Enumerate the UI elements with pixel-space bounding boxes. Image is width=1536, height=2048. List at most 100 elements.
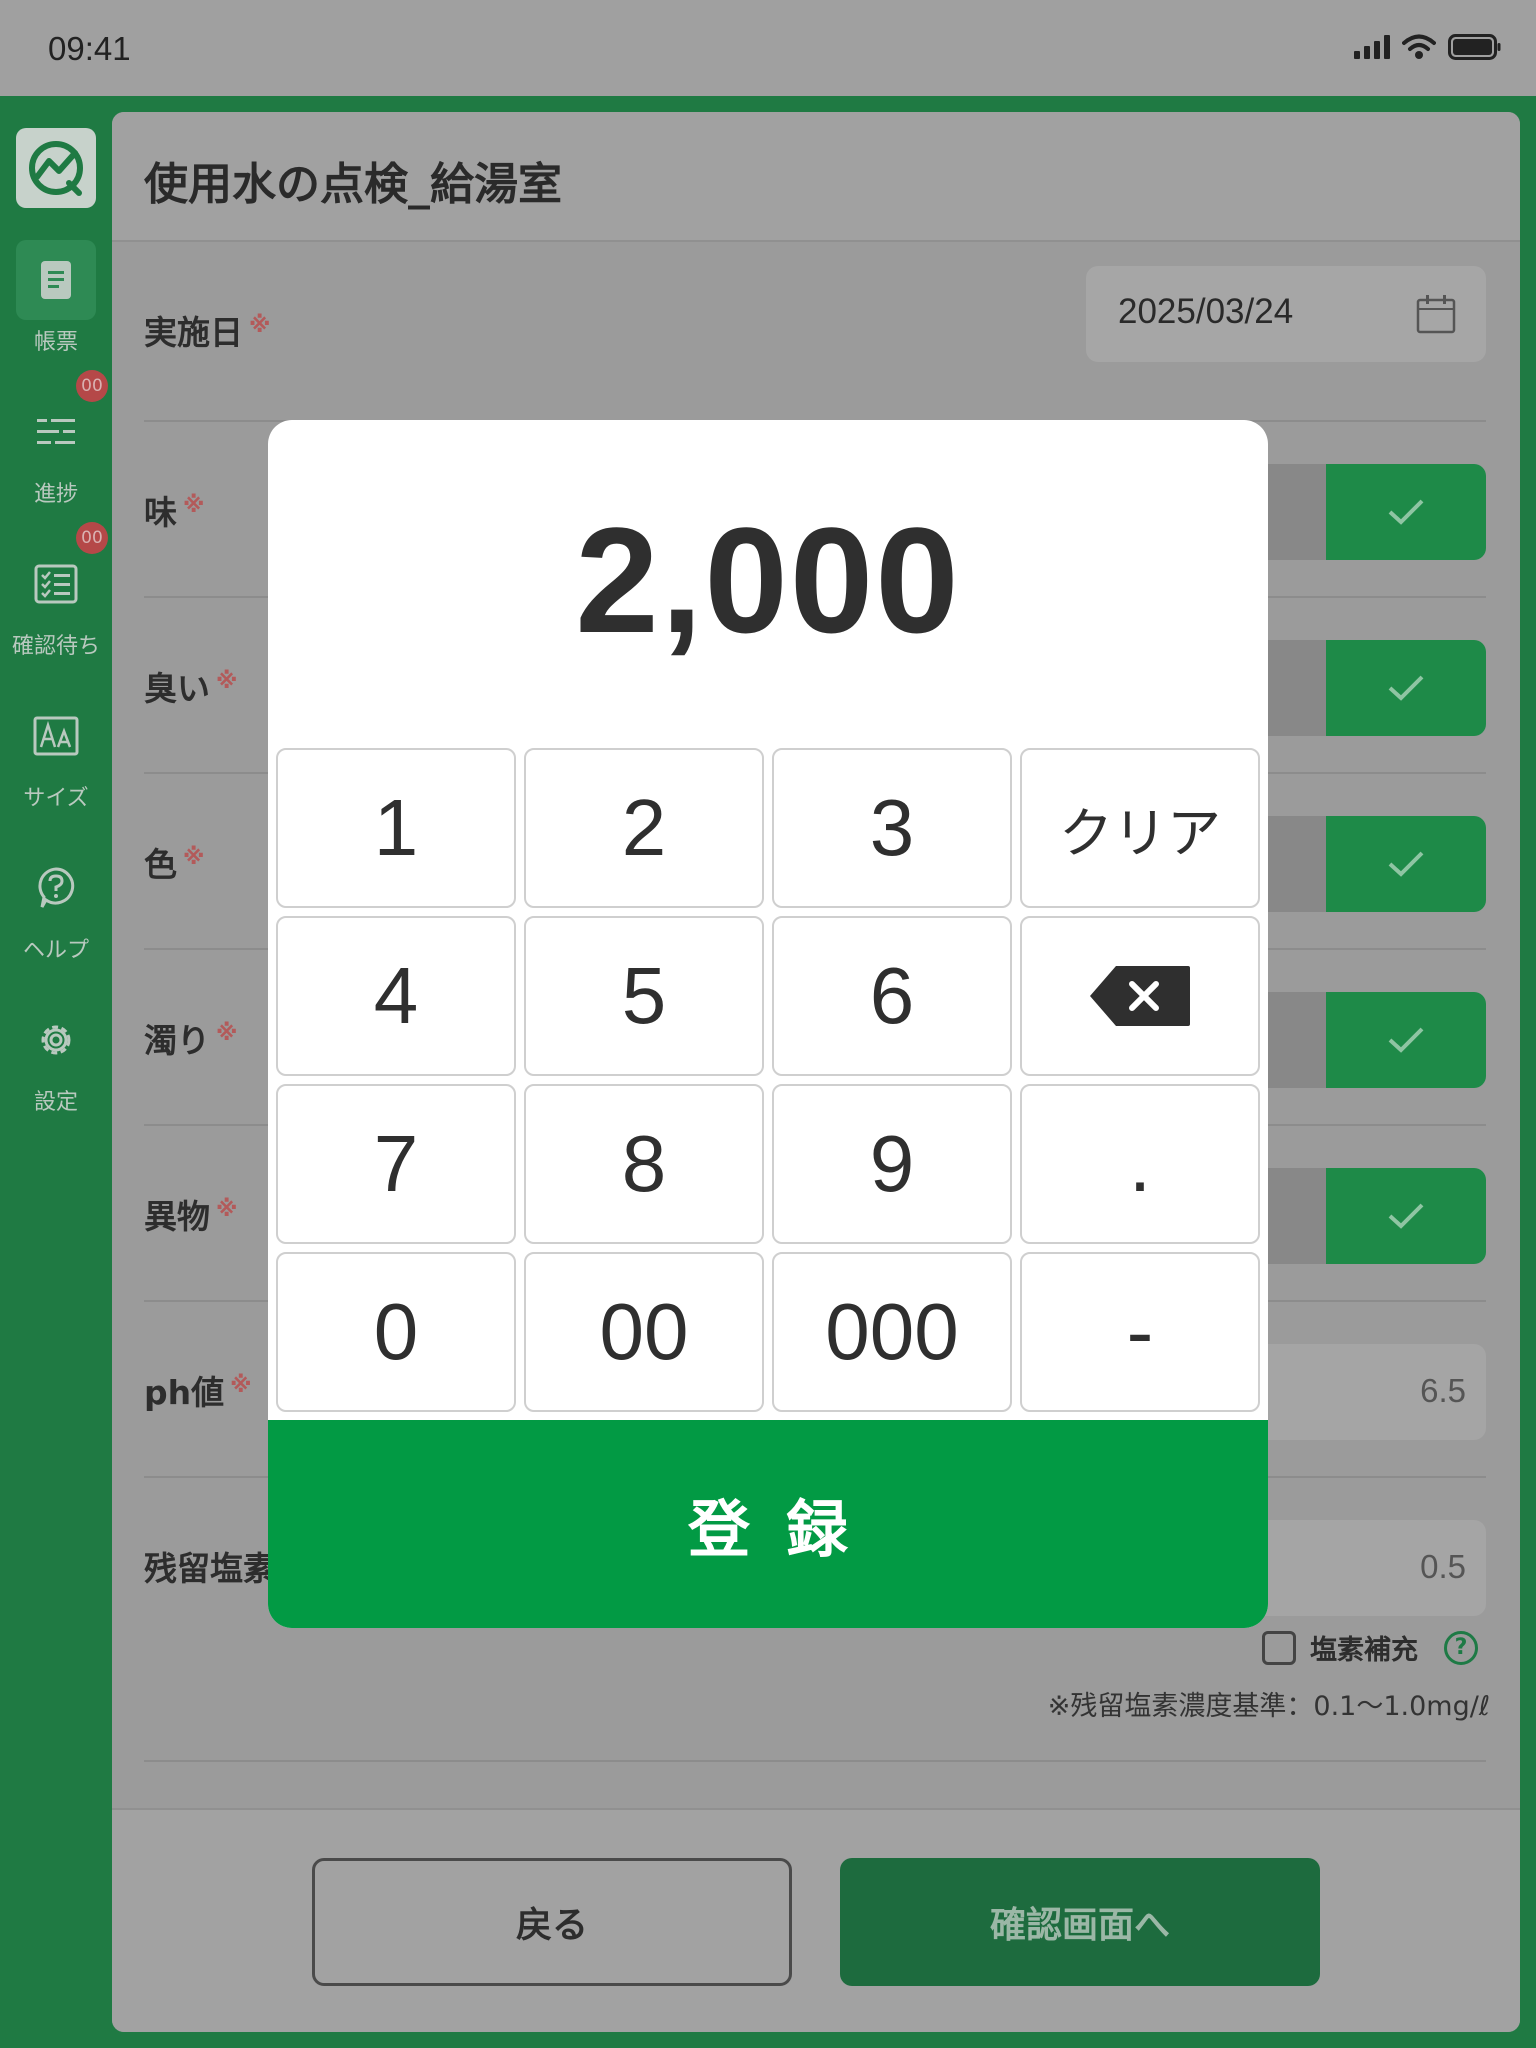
awaiting-badge: 00	[76, 522, 108, 554]
font-size-icon	[33, 716, 79, 756]
ph-value: 6.5	[1420, 1372, 1466, 1409]
nav-icon-box	[16, 1000, 96, 1080]
numeric-keypad-modal: 2,000 1 2 3 クリア 4 5 6 7 8 9 . 0 00 000 -…	[268, 420, 1268, 1628]
nav-icon-box	[16, 696, 96, 776]
taste-label: 味	[144, 493, 177, 532]
keypad-display: 2,000	[575, 495, 961, 664]
check-icon	[1388, 851, 1424, 877]
clear-key[interactable]: クリア	[1020, 748, 1260, 908]
chlorine-refill-checkbox[interactable]	[1262, 1630, 1296, 1665]
calendar-icon	[1416, 295, 1456, 334]
minus-key[interactable]: -	[1020, 1252, 1260, 1412]
battery-icon	[1448, 34, 1501, 60]
field-label: 濁り ※	[144, 1014, 237, 1062]
page-header: 使用水の点検_給湯室	[112, 112, 1520, 242]
status-time: 09:41	[48, 30, 131, 67]
sidebar-item-label: 設定	[33, 1090, 78, 1115]
key-7[interactable]: 7	[276, 1084, 516, 1244]
sidebar-item-label: サイズ	[23, 786, 89, 811]
toggle-ok-button[interactable]	[1326, 816, 1486, 912]
sidebar-item-size[interactable]: サイズ	[0, 696, 112, 826]
sidebar-item-settings[interactable]: 設定	[0, 1000, 112, 1130]
key-grid: 1 2 3 クリア 4 5 6 7 8 9 . 0 00 000 -	[276, 748, 1260, 1412]
document-icon	[41, 261, 71, 299]
divider	[144, 1760, 1486, 1762]
checklist-icon	[34, 564, 78, 604]
required-mark: ※	[216, 1197, 238, 1222]
residual-chlorine-value: 0.5	[1420, 1548, 1466, 1585]
decimal-point-key[interactable]: .	[1020, 1084, 1260, 1244]
progress-list-icon	[37, 419, 75, 444]
required-mark: ※	[216, 1021, 238, 1046]
foreign-matter-label: 異物	[144, 1197, 210, 1236]
key-000[interactable]: 000	[772, 1252, 1012, 1412]
field-label: 実施日 ※	[144, 306, 270, 354]
field-label: 臭い ※	[144, 662, 237, 710]
backspace-icon	[1090, 966, 1190, 1026]
check-icon	[1388, 499, 1424, 525]
toggle-ok-button[interactable]	[1326, 992, 1486, 1088]
field-label: 味 ※	[144, 486, 204, 534]
required-mark: ※	[249, 313, 271, 338]
residual-chlorine-label: 残留塩素	[144, 1549, 276, 1588]
date-label: 実施日	[144, 313, 243, 352]
register-button[interactable]: 登録	[268, 1420, 1268, 1628]
toggle-ok-button[interactable]	[1326, 640, 1486, 736]
sidebar-item-awaiting-confirmation[interactable]: 00 確認待ち	[0, 522, 112, 674]
toggle-ok-button[interactable]	[1326, 1168, 1486, 1264]
sidebar-item-label: ヘルプ	[22, 938, 89, 963]
color-label: 色	[144, 845, 177, 884]
key-4[interactable]: 4	[276, 916, 516, 1076]
sidebar: 帳票 00 進捗 00 確認待ち サイズ ヘルプ 設定	[0, 96, 112, 2048]
key-1[interactable]: 1	[276, 748, 516, 908]
key-5[interactable]: 5	[524, 916, 764, 1076]
turbidity-label: 濁り	[144, 1021, 210, 1060]
sidebar-item-help[interactable]: ヘルプ	[0, 848, 112, 978]
sidebar-item-label: 帳票	[33, 330, 78, 355]
key-00[interactable]: 00	[524, 1252, 764, 1412]
sidebar-item-progress[interactable]: 00 進捗	[0, 370, 112, 522]
key-3[interactable]: 3	[772, 748, 1012, 908]
sidebar-item-forms[interactable]: 帳票	[0, 240, 112, 370]
backspace-key[interactable]	[1020, 916, 1260, 1076]
field-label: ph値 ※	[144, 1366, 252, 1414]
sidebar-item-label: 確認待ち	[11, 634, 100, 659]
date-field[interactable]: 2025/03/24	[1086, 266, 1486, 362]
chlorine-refill-label: 塩素補充	[1310, 1635, 1418, 1666]
status-bar: 09:41	[0, 0, 1536, 96]
toggle-ok-button[interactable]	[1326, 464, 1486, 560]
app-logo	[16, 128, 96, 208]
gear-icon	[41, 1025, 71, 1055]
check-icon	[1388, 675, 1424, 701]
check-icon	[1388, 1203, 1424, 1229]
field-label: 残留塩素	[144, 1542, 276, 1590]
key-0[interactable]: 0	[276, 1252, 516, 1412]
back-button[interactable]: 戻る	[312, 1858, 792, 1986]
required-mark: ※	[183, 493, 205, 518]
key-6[interactable]: 6	[772, 916, 1012, 1076]
bottom-action-bar: 戻る 確認画面へ	[112, 1808, 1520, 2032]
check-icon	[1388, 1027, 1424, 1053]
key-2[interactable]: 2	[524, 748, 764, 908]
required-mark: ※	[183, 845, 205, 870]
nav-icon-box	[16, 848, 96, 928]
key-9[interactable]: 9	[772, 1084, 1012, 1244]
page-title: 使用水の点検_給湯室	[144, 159, 562, 210]
smell-label: 臭い	[144, 669, 210, 708]
nav-icon-box	[16, 392, 96, 472]
progress-badge: 00	[76, 370, 108, 402]
confirm-screen-button[interactable]: 確認画面へ	[840, 1858, 1320, 1986]
field-label: 異物 ※	[144, 1190, 237, 1238]
help-icon	[38, 867, 75, 908]
form-row-date: 実施日 ※ 2025/03/24	[144, 242, 1486, 422]
app-logo-icon	[29, 141, 83, 196]
sidebar-item-label: 進捗	[33, 482, 78, 507]
required-mark: ※	[230, 1373, 252, 1398]
nav-icon-box	[16, 240, 96, 320]
ph-label: ph値	[144, 1373, 225, 1412]
required-mark: ※	[216, 669, 238, 694]
wifi-icon	[1402, 34, 1436, 59]
cellular-signal-icon	[1354, 35, 1390, 59]
help-circle-icon[interactable]: ?	[1444, 1630, 1478, 1665]
key-8[interactable]: 8	[524, 1084, 764, 1244]
